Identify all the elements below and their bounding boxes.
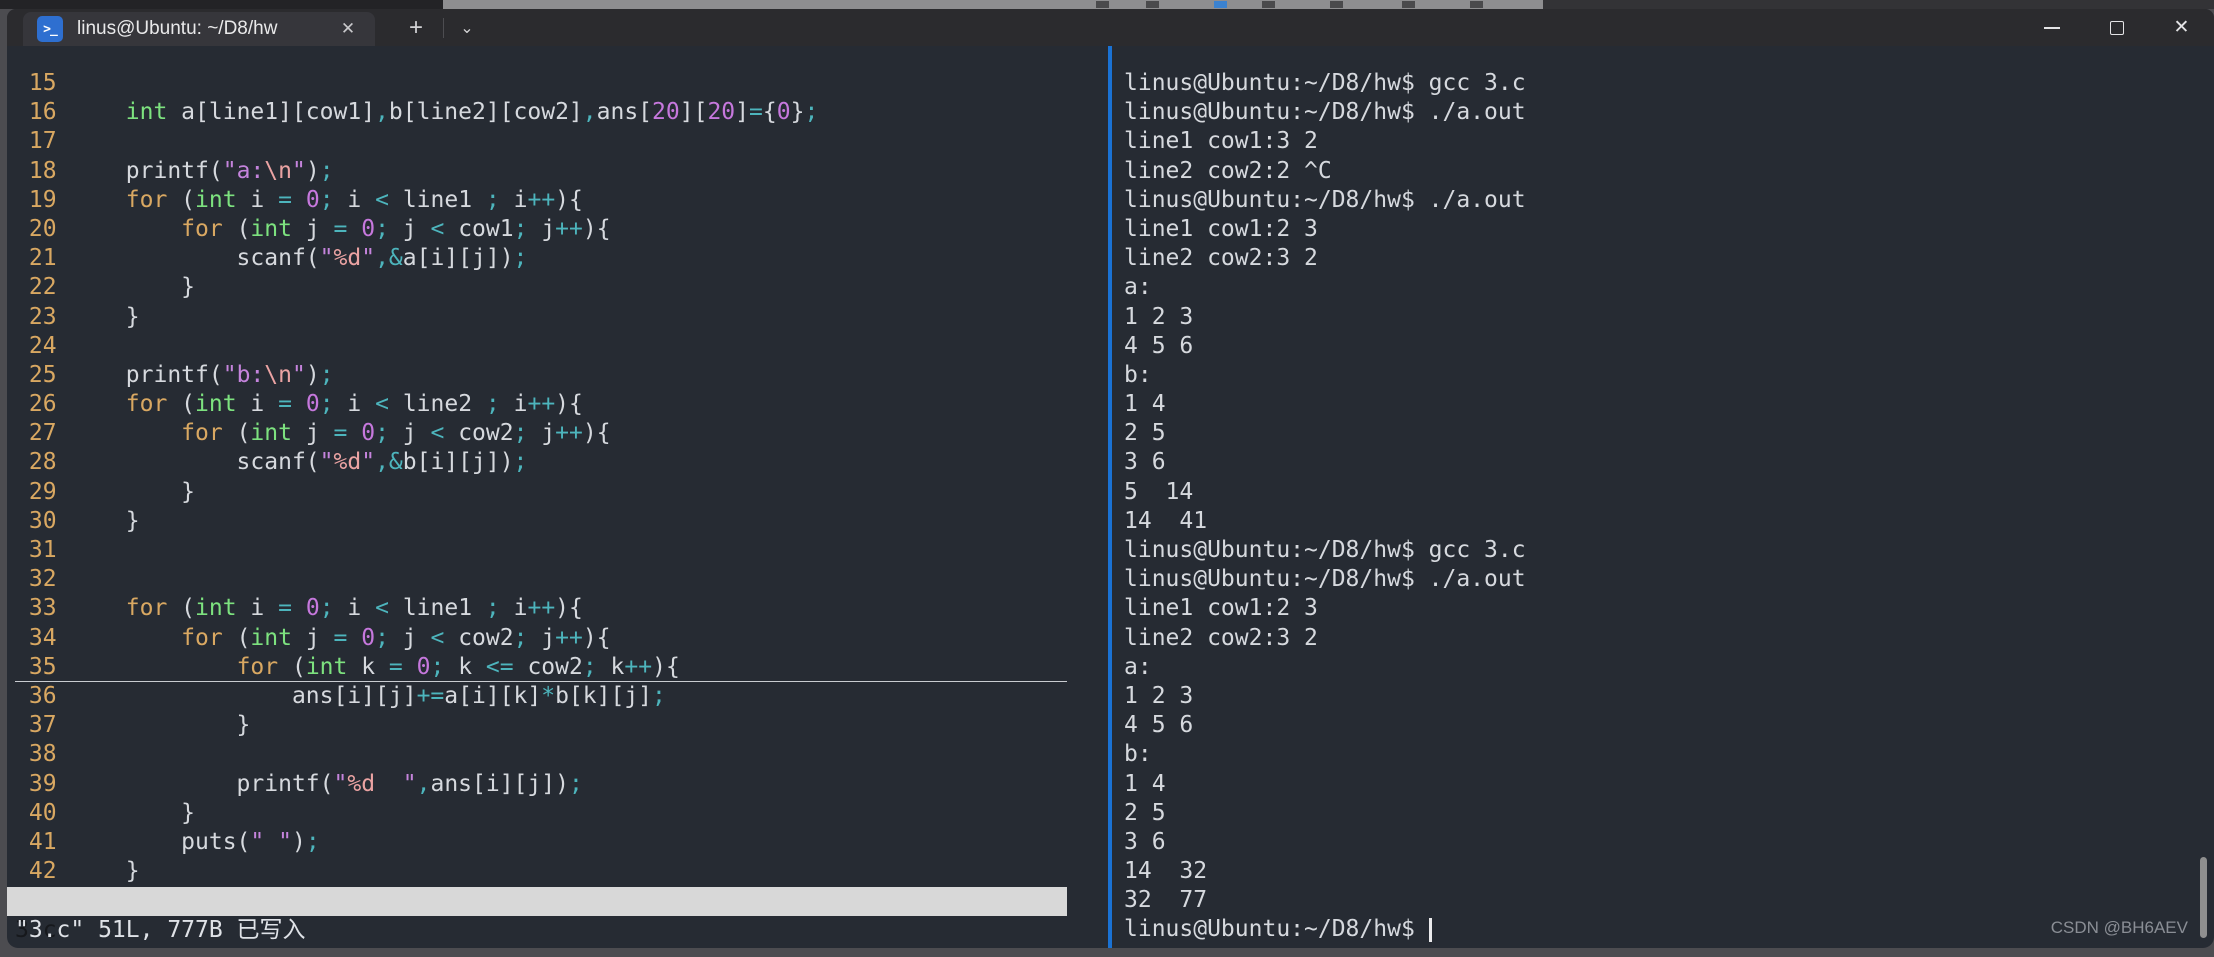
- vim-line: 18 printf("a:\n");: [15, 157, 334, 184]
- background-app-edge: [0, 0, 2214, 9]
- terminal-line: linus@Ubuntu:~/D8/hw$ gcc 3.c: [1124, 70, 1526, 96]
- terminal-line: 1 2 3: [1124, 303, 1194, 330]
- terminal-line: b:: [1124, 361, 1152, 388]
- terminal-line: 14 41: [1124, 507, 1208, 534]
- scrollbar-thumb[interactable]: [2200, 857, 2207, 938]
- vim-line: 22 }: [15, 274, 196, 301]
- terminal-line: a:: [1124, 274, 1152, 301]
- terminal-line: linus@Ubuntu:~/D8/hw$ ./a.out: [1124, 566, 1526, 593]
- terminal-line: a:: [1124, 653, 1152, 680]
- terminal-line: linus@Ubuntu:~/D8/hw$ gcc 3.c: [1124, 537, 1526, 563]
- vim-line: 24: [15, 332, 71, 359]
- vim-line: 25 printf("b:\n");: [15, 361, 334, 388]
- background-edge-tick: [1262, 1, 1275, 8]
- vim-statusline: 3.c 35,23-32 60%: [7, 886, 1067, 948]
- vim-line: 32: [15, 566, 71, 593]
- vim-line: 23 }: [15, 303, 140, 330]
- vim-pane[interactable]: 15 16 int a[line1][cow1],b[line2][cow2],…: [7, 46, 1108, 948]
- vim-line: 31: [15, 537, 71, 563]
- terminal-line: 2 5: [1124, 420, 1166, 447]
- terminal-line: line1 cow1:2 3: [1124, 215, 1318, 242]
- vim-line: 39 printf("%d ",ans[i][j]);: [15, 770, 583, 797]
- tab-dropdown-button[interactable]: ⌄: [451, 11, 483, 45]
- terminal-line: 5 14: [1124, 478, 1194, 505]
- terminal-line: 2 5: [1124, 799, 1166, 826]
- vim-line: 21 scanf("%d",&a[i][j]);: [15, 245, 528, 272]
- background-edge-tick: [1402, 1, 1415, 8]
- shell-pane[interactable]: linus@Ubuntu:~/D8/hw$ gcc 3.c linus@Ubunt…: [1112, 46, 2210, 948]
- vim-line: 37 }: [15, 712, 251, 739]
- vim-line: 34 for (int j = 0; j < cow2; j++){: [15, 624, 611, 651]
- terminal-line: line2 cow2:3 2: [1124, 624, 1318, 651]
- vim-line: 17: [15, 128, 71, 155]
- terminal-line: b:: [1124, 741, 1152, 768]
- vim-line: 40 }: [15, 799, 196, 826]
- terminal-line: 3 6: [1124, 828, 1166, 855]
- terminal-content: 15 16 int a[line1][cow1],b[line2][cow2],…: [7, 46, 2214, 948]
- minimize-icon: [2043, 26, 2060, 29]
- vim-line: 26 for (int i = 0; i < line2 ; i++){: [15, 391, 583, 418]
- terminal-line: 1 4: [1124, 770, 1166, 797]
- vim-line: 35 for (int k = 0; k <= cow2; k++){: [15, 653, 1067, 682]
- tab-title: linus@Ubuntu: ~/D8/hw: [77, 18, 278, 39]
- vim-message: "3.c" 51L, 777B 已写入: [15, 916, 306, 943]
- terminal-prompt-line: linus@Ubuntu:~/D8/hw$: [1124, 915, 1526, 944]
- watermark: CSDN @BH6AEV: [2050, 918, 2188, 937]
- background-edge-tick: [1470, 1, 1483, 8]
- maximize-icon: [2109, 20, 2124, 35]
- background-edge-segment: [0, 0, 443, 9]
- minimize-button[interactable]: [2019, 9, 2084, 46]
- new-tab-button[interactable]: +: [399, 11, 433, 45]
- terminal-line: 1 2 3: [1124, 682, 1194, 709]
- terminal-line: 14 32: [1124, 858, 1208, 885]
- vim-line: 38: [15, 741, 71, 768]
- tab-bar: >_ linus@Ubuntu: ~/D8/hw ✕ + ⌄ ✕: [7, 9, 2214, 46]
- vim-line: 42 }: [15, 858, 140, 885]
- tab-close-icon[interactable]: ✕: [335, 17, 361, 41]
- terminal-line: linus@Ubuntu:~/D8/hw$ ./a.out: [1124, 99, 1526, 126]
- background-edge-tick: [1146, 1, 1159, 8]
- background-edge-tick: [1214, 1, 1227, 8]
- terminal-line: 4 5 6: [1124, 332, 1194, 359]
- vim-lines: 15 16 int a[line1][cow1],b[line2][cow2],…: [15, 69, 1067, 886]
- vim-line: 29 }: [15, 478, 196, 505]
- vim-line: 41 puts(" ");: [15, 828, 320, 855]
- vim-line: 16 int a[line1][cow1],b[line2][cow2],ans…: [15, 99, 819, 126]
- maximize-button[interactable]: [2084, 9, 2149, 46]
- terminal-line: line2 cow2:2 ^C: [1124, 157, 1332, 184]
- tab-linus-ubuntu[interactable]: >_ linus@Ubuntu: ~/D8/hw ✕: [23, 12, 375, 46]
- window-controls: ✕: [2019, 9, 2214, 46]
- background-edge-segment: [1543, 0, 2214, 9]
- terminal-line: 32 77: [1124, 887, 1208, 914]
- vim-line: 36 ans[i][j]+=a[i][k]*b[k][j];: [15, 682, 666, 709]
- terminal-line: line2 cow2:3 2: [1124, 245, 1318, 272]
- vim-line: 19 for (int i = 0; i < line1 ; i++){: [15, 186, 583, 213]
- terminal-line: line1 cow1:3 2: [1124, 128, 1318, 155]
- terminal-line: 3 6: [1124, 449, 1166, 476]
- close-button[interactable]: ✕: [2149, 9, 2214, 46]
- shell-lines: linus@Ubuntu:~/D8/hw$ gcc 3.c linus@Ubunt…: [1124, 69, 1526, 945]
- background-edge-tick: [1096, 1, 1109, 8]
- background-edge-segment: [443, 0, 1543, 9]
- vim-line: 20 for (int j = 0; j < cow1; j++){: [15, 215, 611, 242]
- terminal-line: line1 cow1:2 3: [1124, 595, 1318, 622]
- terminal-line: 4 5 6: [1124, 712, 1194, 739]
- text-cursor: [1428, 918, 1432, 943]
- terminal-line: 1 4: [1124, 391, 1166, 418]
- vim-line: 27 for (int j = 0; j < cow2; j++){: [15, 420, 611, 447]
- vim-line: 30 }: [15, 507, 140, 534]
- vim-line: 15: [15, 70, 71, 96]
- tabbar-separator: [443, 18, 444, 38]
- terminal-line: linus@Ubuntu:~/D8/hw$ ./a.out: [1124, 186, 1526, 213]
- vim-line: 33 for (int i = 0; i < line1 ; i++){: [15, 595, 583, 622]
- terminal-window: >_ linus@Ubuntu: ~/D8/hw ✕ + ⌄ ✕ 15 16 i…: [7, 9, 2214, 948]
- vim-line: 28 scanf("%d",&b[i][j]);: [15, 449, 528, 476]
- statusline-ruler-position: 35,23-32: [815, 945, 926, 948]
- background-edge-tick: [1330, 1, 1343, 8]
- powershell-icon: >_: [37, 16, 63, 42]
